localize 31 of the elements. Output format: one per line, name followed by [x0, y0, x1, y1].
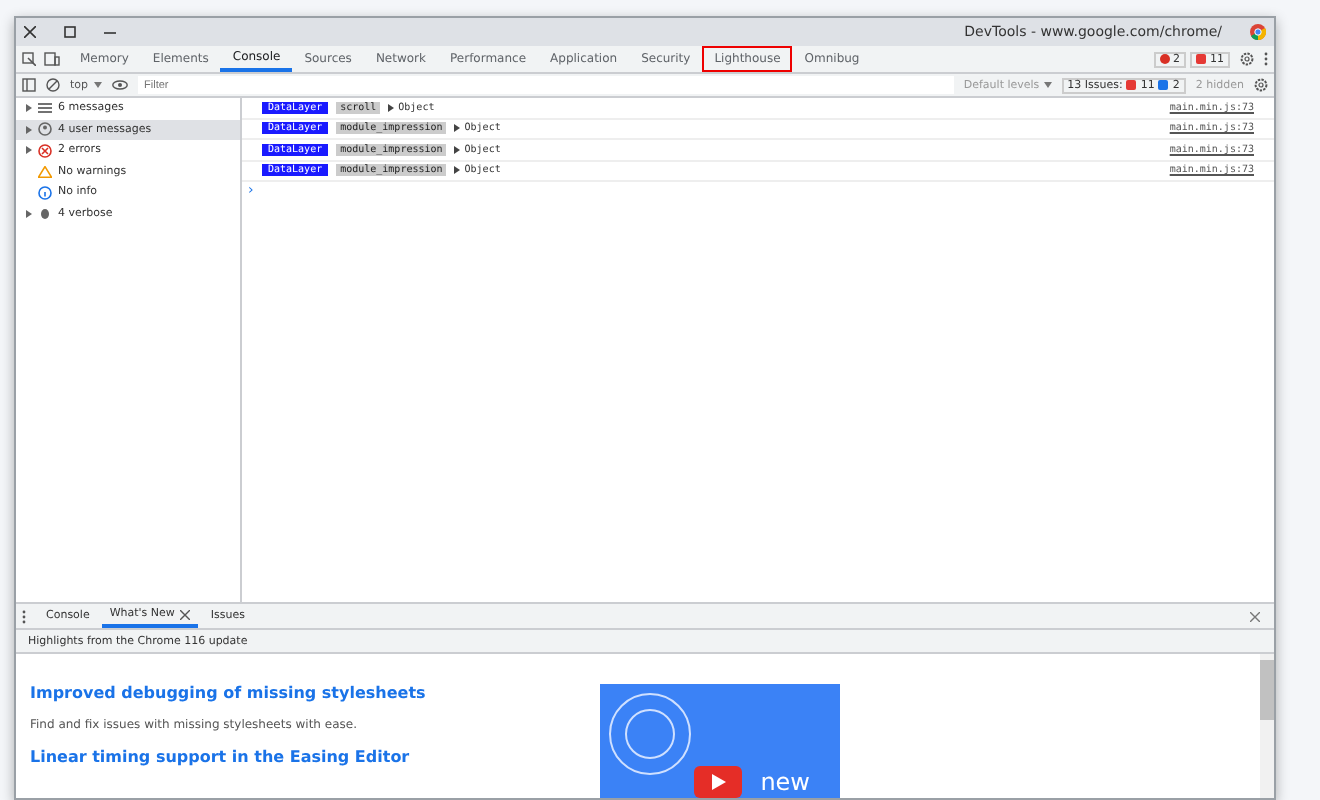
- article-title[interactable]: Linear timing support in the Easing Editor: [30, 748, 590, 766]
- user-icon: [38, 122, 52, 137]
- video-caption: new: [760, 768, 810, 796]
- caret-icon[interactable]: [94, 82, 103, 88]
- sidebar-toggle-icon[interactable]: [22, 78, 36, 92]
- expand-arrow-icon[interactable]: [24, 104, 32, 113]
- expand-arrow-icon[interactable]: [388, 103, 395, 112]
- list-icon: [38, 102, 52, 115]
- expand-arrow-icon[interactable]: [454, 166, 461, 175]
- clear-icon[interactable]: [46, 78, 60, 92]
- expand-arrow-icon[interactable]: [24, 209, 32, 218]
- video-thumbnail[interactable]: new: [600, 684, 840, 798]
- play-button-icon[interactable]: [694, 766, 742, 798]
- caret-icon[interactable]: [1043, 82, 1052, 88]
- eye-icon[interactable]: [112, 80, 129, 90]
- maximize-icon[interactable]: [64, 26, 76, 38]
- expand-arrow-icon[interactable]: [454, 145, 461, 154]
- close-icon[interactable]: [24, 26, 36, 38]
- error-icon: [38, 143, 52, 158]
- close-icon[interactable]: [180, 609, 191, 619]
- browser-logo-icon: [1250, 24, 1266, 40]
- expand-arrow-icon[interactable]: [24, 125, 32, 134]
- device-icon[interactable]: [44, 52, 60, 66]
- warning-icon: [38, 165, 52, 178]
- expand-arrow-icon[interactable]: [24, 146, 32, 155]
- info-icon: [38, 185, 52, 200]
- scrollbar[interactable]: [1260, 654, 1274, 798]
- article-title[interactable]: Improved debugging of missing stylesheets: [30, 684, 590, 702]
- minimize-icon[interactable]: [104, 31, 116, 33]
- inspect-icon[interactable]: [22, 52, 36, 66]
- expand-arrow-icon[interactable]: [454, 124, 461, 133]
